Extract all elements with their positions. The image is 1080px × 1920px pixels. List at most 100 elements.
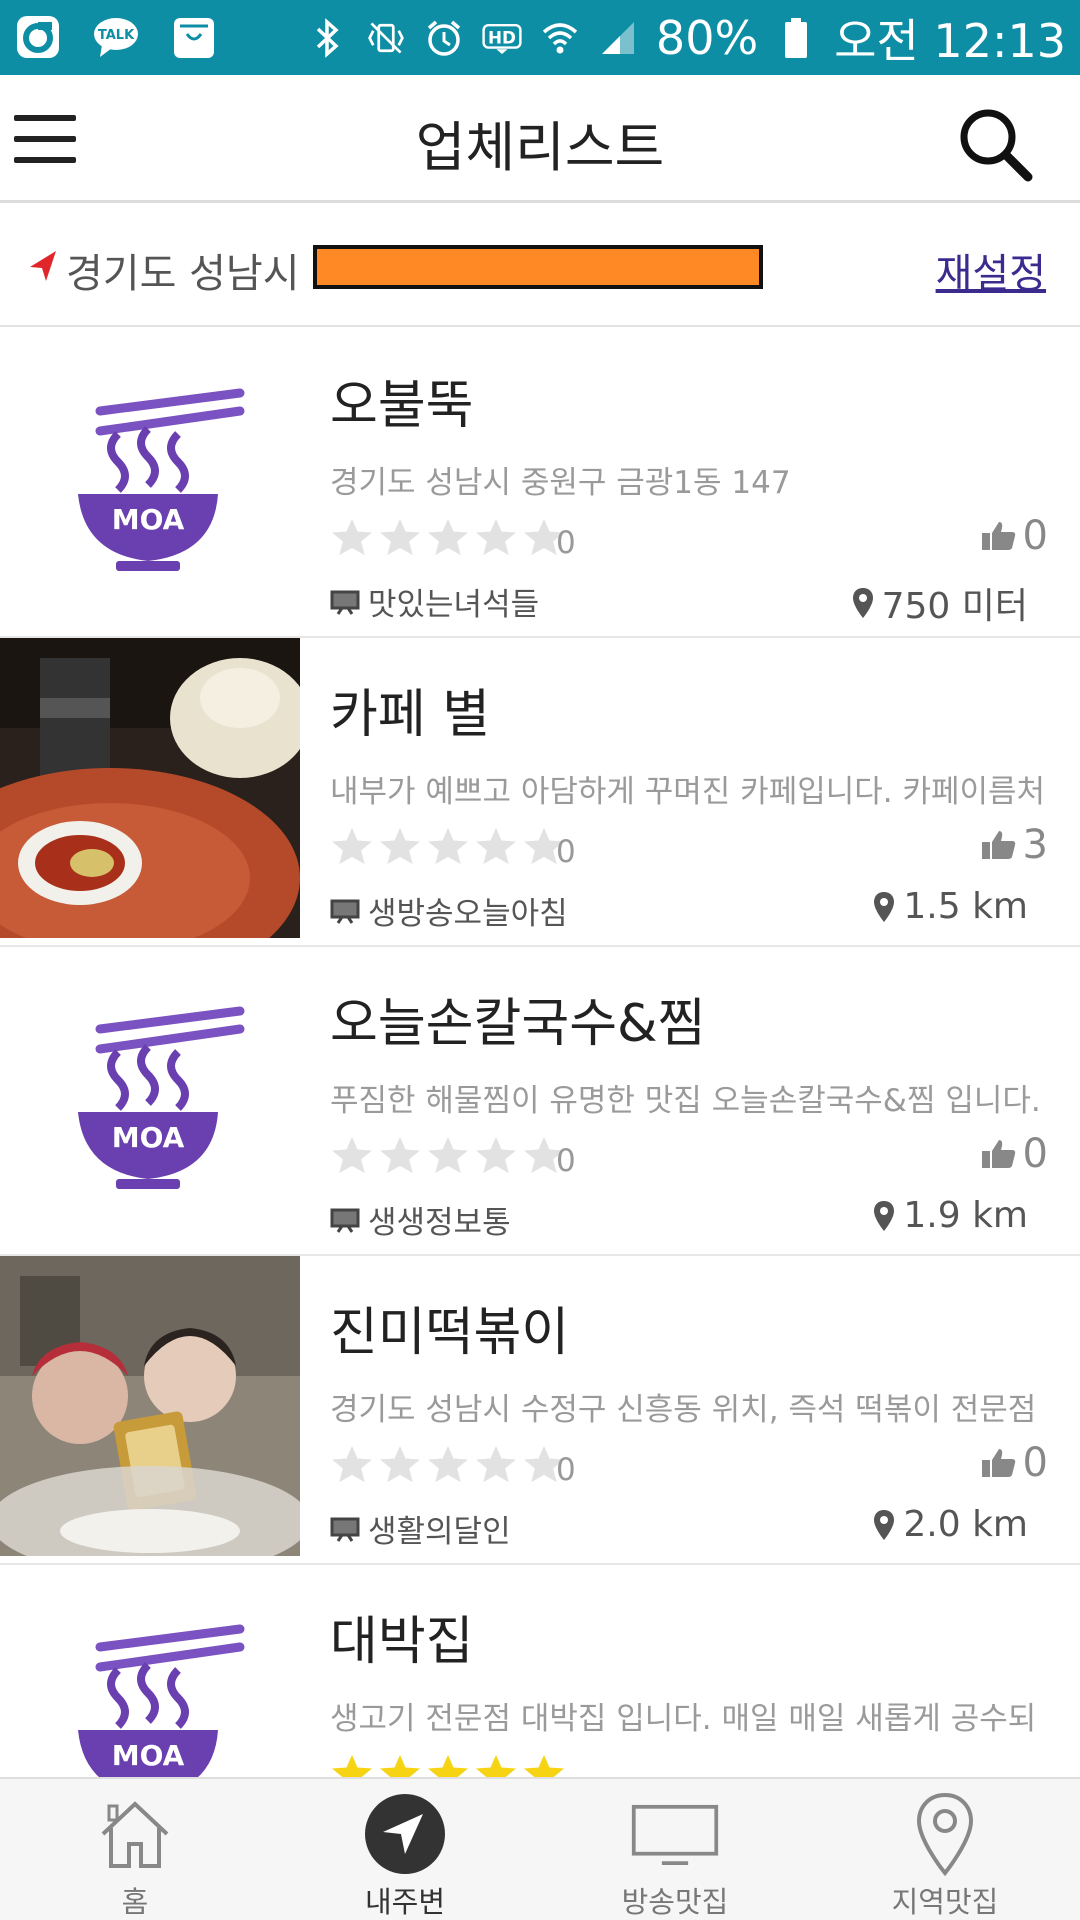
vibrate-icon (366, 15, 406, 61)
star-rating (330, 517, 566, 557)
map-pin-icon (874, 1200, 895, 1231)
tv-show-icon (330, 590, 360, 615)
like-count-value: 0 (1022, 1440, 1048, 1486)
list-item[interactable]: 카페 별 내부가 예쁘고 아담하게 꾸며진 카페입니다. 카페이름처 0 3 생… (0, 638, 1080, 947)
distance-value: 1.9 km (903, 1195, 1028, 1236)
reset-location-link[interactable]: 재설정 (936, 241, 1046, 299)
rating-value: 0 (556, 1143, 576, 1179)
star-rating (330, 1444, 566, 1484)
nav-home-label: 홈 (121, 1885, 149, 1919)
location-text: 경기도 성남시 (66, 251, 300, 297)
store-name: 진미떡볶이 (330, 1303, 570, 1363)
redacted-address (313, 245, 763, 289)
bottom-navigation: 홈 내주변 방송맛집 지역맛집 (0, 1777, 1080, 1920)
distance-value: 750 미터 (881, 586, 1028, 627)
store-name: 오늘손칼국수&찜 (330, 994, 706, 1054)
store-description: 푸짐한 해물찜이 유명한 맛집 오늘손칼국수&찜 입니다. (330, 1083, 1041, 1119)
page-title: 업체리스트 (415, 116, 665, 179)
like-count[interactable]: 0 (981, 513, 1048, 559)
tv-show-icon (330, 899, 360, 924)
nav-nearby[interactable]: 내주변 (270, 1779, 540, 1920)
home-icon (90, 1789, 180, 1879)
store-name: 대박집 (330, 1612, 474, 1672)
star-icon (380, 827, 420, 865)
status-bar: TALK HD 80% 오전 12:13 (0, 0, 1080, 75)
tv-show-name: 생생정보통 (368, 1205, 511, 1241)
store-description: 경기도 성남시 수정구 신흥동 위치, 즉석 떡볶이 전문점 (330, 1392, 1037, 1428)
distance: 2.0 km (873, 1504, 1028, 1545)
star-icon (332, 827, 372, 865)
distance: 1.9 km (873, 1195, 1028, 1236)
status-left-icons: TALK (14, 12, 218, 62)
star-rating (330, 826, 566, 866)
wifi-icon (540, 15, 580, 61)
tv-icon (630, 1789, 720, 1879)
distance-value: 2.0 km (903, 1504, 1028, 1545)
like-count[interactable]: 0 (981, 1440, 1048, 1486)
tv-show: 생생정보통 (330, 1197, 511, 1242)
svg-text:MOA: MOA (112, 503, 185, 536)
store-description: 경기도 성남시 중원구 금광1동 147 (330, 465, 791, 501)
status-right: HD 80% 오전 12:13 (308, 0, 1066, 75)
star-icon (476, 1445, 516, 1483)
star-icon (380, 518, 420, 556)
list-item[interactable]: MOA 오불뚝 경기도 성남시 중원구 금광1동 147 0 0 맛있는녀석들 (0, 329, 1080, 638)
nav-region-label: 지역맛집 (891, 1885, 999, 1919)
svg-text:TALK: TALK (98, 28, 135, 43)
store-photo (0, 638, 300, 938)
star-icon (380, 1136, 420, 1174)
location-arrow-icon (30, 251, 56, 281)
map-pin-icon (874, 891, 895, 922)
app-header: 업체리스트 (0, 75, 1080, 203)
star-icon (428, 518, 468, 556)
tv-show-icon (330, 1517, 360, 1542)
rating-value: 0 (556, 525, 576, 561)
kakaotalk-icon: TALK (92, 12, 140, 62)
rating-value: 0 (556, 834, 576, 870)
list-item[interactable]: MOA 오늘손칼국수&찜 푸짐한 해물찜이 유명한 맛집 오늘손칼국수&찜 입니… (0, 947, 1080, 1256)
star-rating (330, 1135, 566, 1175)
store-list: MOA 오불뚝 경기도 성남시 중원구 금광1동 147 0 0 맛있는녀석들 (0, 329, 1080, 1874)
store-name: 카페 별 (330, 685, 491, 745)
nav-broadcast[interactable]: 방송맛집 (540, 1779, 810, 1920)
star-icon (428, 1136, 468, 1174)
location-bar: 경기도 성남시 재설정 (0, 205, 1080, 327)
nav-nearby-label: 내주변 (364, 1885, 446, 1919)
map-pin-icon (852, 588, 873, 618)
battery-icon (776, 15, 816, 61)
like-count[interactable]: 3 (981, 822, 1048, 868)
nav-broadcast-label: 방송맛집 (621, 1885, 729, 1919)
nav-home[interactable]: 홈 (0, 1779, 270, 1920)
search-icon[interactable] (956, 105, 1036, 185)
tv-show-name: 생활의달인 (368, 1514, 511, 1550)
tv-show: 생방송오늘아침 (330, 888, 568, 933)
distance: 1.5 km (873, 886, 1028, 927)
store-photo (0, 1256, 300, 1556)
thumbs-up-icon (981, 1449, 1015, 1477)
tv-show: 생활의달인 (330, 1506, 511, 1551)
nearby-arrow-icon (360, 1789, 450, 1879)
like-count[interactable]: 0 (981, 1131, 1048, 1177)
map-pin-icon (874, 1509, 895, 1540)
star-icon (428, 827, 468, 865)
store-logo-image: MOA (0, 329, 300, 629)
like-count-value: 0 (1022, 513, 1048, 559)
store-name: 오불뚝 (330, 376, 474, 436)
star-icon (332, 518, 372, 556)
signal-icon (598, 15, 638, 61)
tv-show: 맛있는녀석들 (330, 579, 539, 624)
tv-show-name: 생방송오늘아침 (368, 896, 568, 932)
hd-icon: HD (482, 15, 522, 61)
star-icon (428, 1445, 468, 1483)
like-count-value: 0 (1022, 1131, 1048, 1177)
svg-text:MOA: MOA (112, 1121, 185, 1154)
clock: 오전 12:13 (834, 13, 1066, 68)
list-item[interactable]: 진미떡볶이 경기도 성남시 수정구 신흥동 위치, 즉석 떡볶이 전문점 0 0… (0, 1256, 1080, 1565)
thumbs-up-icon (981, 1140, 1015, 1168)
star-icon (476, 518, 516, 556)
bluetooth-icon (308, 15, 348, 61)
star-icon (380, 1445, 420, 1483)
nav-region[interactable]: 지역맛집 (810, 1779, 1080, 1920)
alarm-icon (424, 15, 464, 61)
app-screen: TALK HD 80% 오전 12:13 업체리스트 경기도 성남시 재설정 M… (0, 0, 1080, 1920)
